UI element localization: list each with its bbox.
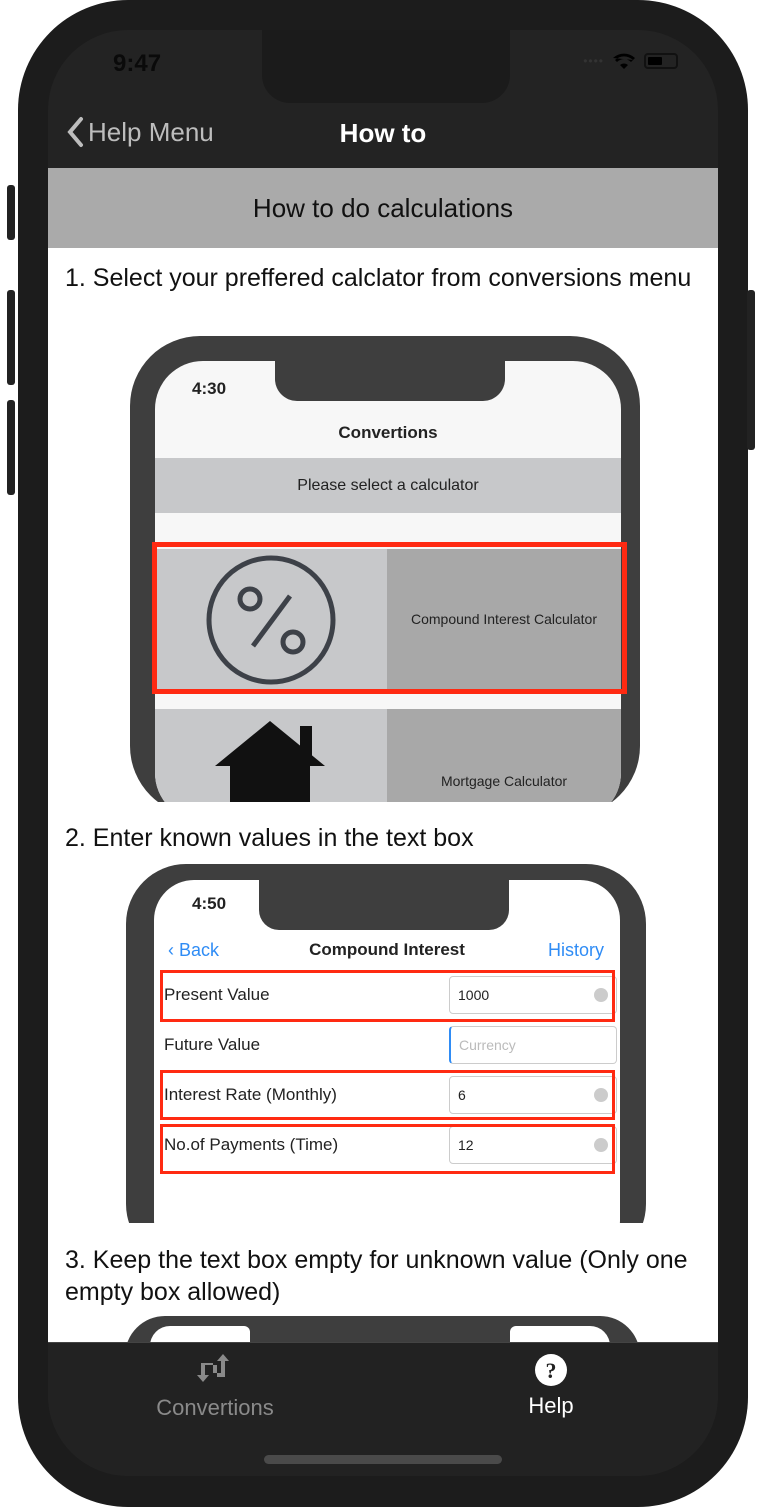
arrows-exchange-icon: [197, 1354, 229, 1382]
status-time: 9:47: [113, 50, 162, 77]
shot1-time: 4:30: [192, 379, 227, 398]
shot2-history: History: [547, 940, 604, 960]
step-1-image: 4:30 Convertions Please select a calcula…: [115, 336, 652, 802]
step-2-text: 2. Enter known values in the text box: [65, 824, 474, 852]
step-3-text: 3. Keep the text box empty for unknown v…: [65, 1246, 688, 1306]
battery-icon: [644, 53, 678, 69]
field-future-value: Future Value Currency: [164, 1022, 617, 1068]
shot1-title: Convertions: [338, 423, 438, 442]
tab-label: Convertions: [156, 1395, 274, 1420]
help-content[interactable]: How to do calculations 1. Select your pr…: [48, 168, 718, 1342]
shot1-item-mortgage: Mortgage Calculator: [387, 709, 621, 802]
volume-down-button: [7, 400, 15, 495]
highlight-box: [160, 1070, 615, 1120]
volume-up-button: [7, 290, 15, 385]
highlight-box: [152, 542, 627, 694]
shot2-time: 4:50: [192, 894, 227, 913]
question-circle-icon: ?: [535, 1354, 567, 1386]
highlight-box: [160, 970, 615, 1022]
tab-convertions[interactable]: Convertions: [115, 1353, 315, 1421]
notch: [262, 30, 510, 103]
power-button: [747, 290, 755, 450]
section-header: How to do calculations: [48, 168, 718, 248]
status-icons: ••••: [583, 52, 678, 70]
screen: 9:47 •••• Help Menu How to How to do cal…: [48, 30, 718, 1476]
highlight-box: [160, 1124, 615, 1174]
step-1-text: 1. Select your preffered calclator from …: [65, 264, 692, 292]
step-3-image: [125, 1316, 640, 1342]
nav-bar: Help Menu How to: [48, 100, 718, 168]
mute-switch: [7, 185, 15, 240]
house-icon: [215, 721, 325, 802]
home-indicator[interactable]: [264, 1455, 502, 1464]
wifi-icon: [613, 53, 635, 69]
tab-label: Help: [528, 1393, 574, 1418]
signal-icon: ••••: [583, 54, 604, 68]
shot1-banner: Please select a calculator: [155, 458, 621, 513]
step-2-image: 4:50 ‹ Back Compound Interest History Pr…: [118, 862, 648, 1223]
svg-text:?: ?: [546, 1358, 557, 1383]
page-title: How to: [339, 118, 427, 148]
tab-help[interactable]: ? Help: [451, 1353, 651, 1419]
